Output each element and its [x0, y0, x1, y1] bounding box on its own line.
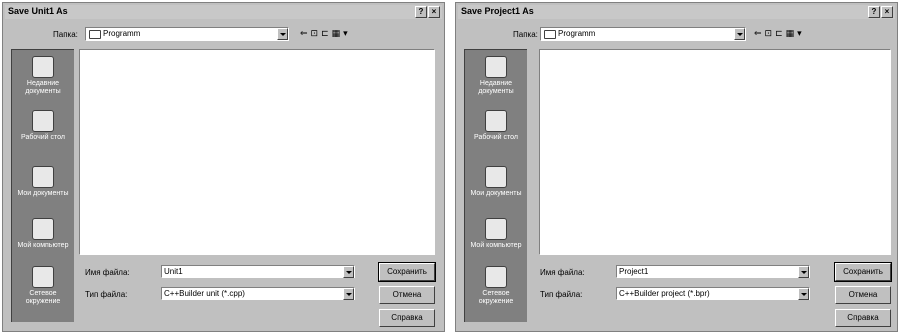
chevron-down-icon[interactable] [343, 266, 354, 278]
place-network[interactable]: Сетевое окружение [465, 266, 527, 306]
places-bar: Недавние документы Рабочий стол Мои доку… [464, 49, 527, 322]
places-bar: Недавние документы Рабочий стол Мои доку… [11, 49, 74, 322]
recent-documents-icon [32, 56, 54, 78]
save-button[interactable]: Сохранить [834, 262, 892, 282]
help-icon[interactable]: ? [868, 6, 880, 18]
place-desktop[interactable]: Рабочий стол [12, 110, 74, 142]
title-bar: Save Project1 As ? × [458, 5, 895, 19]
filetype-select[interactable]: C++Builder unit (*.cpp) [161, 287, 355, 300]
desktop-icon [32, 110, 54, 132]
save-project-dialog: Save Project1 As ? × Папка: Programm ⇐⊡⊏▦… [455, 2, 898, 332]
folder-icon [544, 30, 556, 39]
place-recent[interactable]: Недавние документы [12, 56, 74, 96]
folder-value: Programm [558, 29, 596, 38]
filetype-label: Тип файла: [85, 290, 128, 299]
cancel-button[interactable]: Отмена [835, 286, 891, 304]
filetype-value: C++Builder project (*.bpr) [619, 289, 710, 298]
chevron-down-icon[interactable] [798, 266, 809, 278]
back-icon[interactable]: ⇐ [754, 28, 765, 38]
network-icon [32, 266, 54, 288]
help-button[interactable]: Справка [835, 309, 891, 327]
help-button[interactable]: Справка [379, 309, 435, 327]
place-network[interactable]: Сетевое окружение [12, 266, 74, 306]
folder-label: Папка: [53, 30, 78, 39]
close-icon[interactable]: × [881, 6, 893, 18]
folder-icon [89, 30, 101, 39]
view-menu-icon[interactable]: ▦▾ [332, 28, 351, 38]
my-documents-icon [32, 166, 54, 188]
title-bar: Save Unit1 As ? × [5, 5, 442, 19]
my-documents-icon [485, 166, 507, 188]
close-icon[interactable]: × [428, 6, 440, 18]
recent-documents-icon [485, 56, 507, 78]
save-unit-dialog: Save Unit1 As ? × Папка: Programm ⇐⊡⊏▦▾ Н… [2, 2, 445, 332]
filetype-value: C++Builder unit (*.cpp) [164, 289, 245, 298]
place-my-documents[interactable]: Мои документы [12, 166, 74, 198]
chevron-down-icon[interactable] [798, 288, 809, 300]
filename-value: Project1 [619, 267, 649, 276]
folder-label: Папка: [513, 30, 538, 39]
chevron-down-icon[interactable] [343, 288, 354, 300]
cancel-button[interactable]: Отмена [379, 286, 435, 304]
place-my-computer[interactable]: Мой компьютер [465, 218, 527, 250]
view-menu-icon[interactable]: ▦▾ [786, 28, 805, 38]
folder-value: Programm [103, 29, 141, 38]
new-folder-icon[interactable]: ⊏ [775, 28, 786, 38]
filename-field[interactable]: Project1 [616, 265, 810, 278]
chevron-down-icon[interactable] [277, 28, 288, 40]
toolbar: ⇐⊡⊏▦▾ [754, 28, 805, 39]
filename-field[interactable]: Unit1 [161, 265, 355, 278]
network-icon [485, 266, 507, 288]
up-folder-icon[interactable]: ⊡ [311, 28, 322, 38]
place-desktop[interactable]: Рабочий стол [465, 110, 527, 142]
up-folder-icon[interactable]: ⊡ [765, 28, 776, 38]
window-title: Save Project1 As [461, 6, 534, 16]
filename-label: Имя файла: [540, 268, 585, 277]
place-my-documents[interactable]: Мои документы [465, 166, 527, 198]
filename-label: Имя файла: [85, 268, 130, 277]
desktop-icon [485, 110, 507, 132]
place-recent[interactable]: Недавние документы [465, 56, 527, 96]
folder-combo[interactable]: Programm [85, 27, 289, 41]
filename-value: Unit1 [164, 267, 183, 276]
save-button[interactable]: Сохранить [378, 262, 436, 282]
filetype-label: Тип файла: [540, 290, 583, 299]
file-list[interactable] [79, 49, 435, 255]
folder-combo[interactable]: Programm [540, 27, 746, 41]
help-icon[interactable]: ? [415, 6, 427, 18]
my-computer-icon [32, 218, 54, 240]
back-icon[interactable]: ⇐ [300, 28, 311, 38]
toolbar: ⇐⊡⊏▦▾ [300, 28, 351, 39]
chevron-down-icon[interactable] [734, 28, 745, 40]
my-computer-icon [485, 218, 507, 240]
place-my-computer[interactable]: Мой компьютер [12, 218, 74, 250]
window-title: Save Unit1 As [8, 6, 68, 16]
file-list[interactable] [539, 49, 891, 255]
new-folder-icon[interactable]: ⊏ [321, 28, 332, 38]
filetype-select[interactable]: C++Builder project (*.bpr) [616, 287, 810, 300]
